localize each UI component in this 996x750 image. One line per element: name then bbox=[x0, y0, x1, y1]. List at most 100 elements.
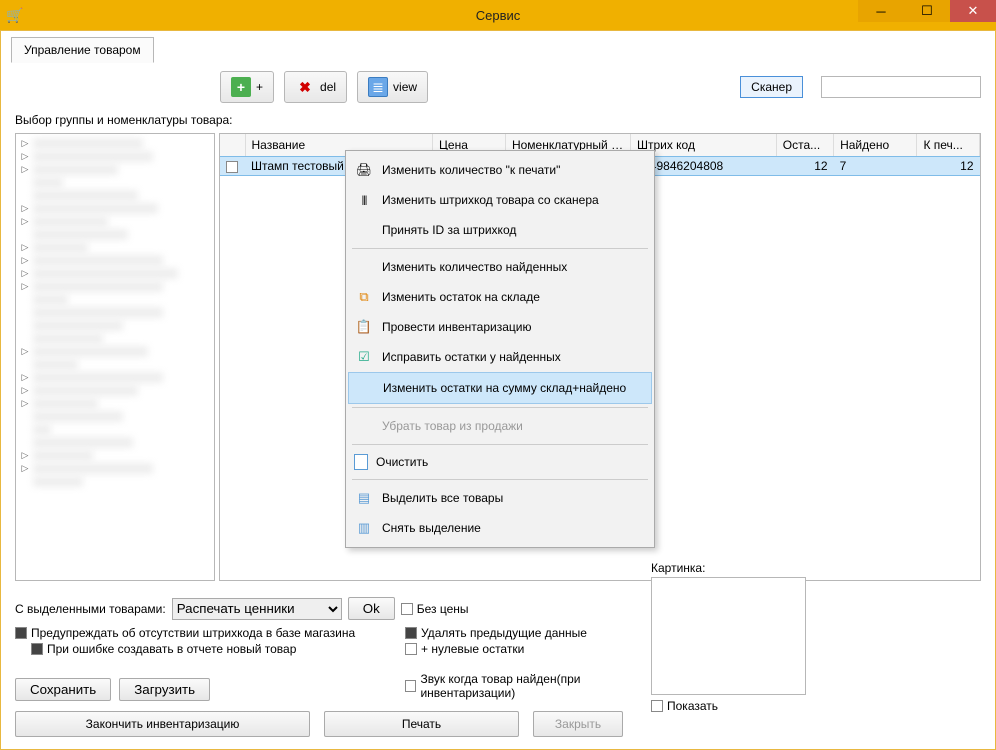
tree-item[interactable]: ▷ bbox=[18, 280, 212, 293]
barcode-icon: ||| bbox=[354, 191, 374, 209]
menu-separator bbox=[352, 479, 648, 480]
plus-icon: + bbox=[231, 77, 251, 97]
menu-select-all[interactable]: ▤ Выделить все товары bbox=[348, 483, 652, 513]
sound-on-found-checkbox[interactable] bbox=[405, 680, 416, 692]
window-buttons: ─ ☐ ✕ bbox=[858, 0, 996, 22]
blank-icon bbox=[355, 379, 375, 397]
tree-item[interactable] bbox=[18, 475, 212, 488]
tree-item[interactable] bbox=[18, 423, 212, 436]
group-filter-label: Выбор группы и номенклатуры товара: bbox=[1, 111, 995, 129]
load-button[interactable]: Загрузить bbox=[119, 678, 210, 701]
delete-prev-checkbox[interactable] bbox=[405, 627, 417, 639]
tree-item[interactable]: ▷ bbox=[18, 462, 212, 475]
on-error-new-checkbox[interactable] bbox=[31, 643, 43, 655]
sound-on-found-label: Звук когда товар найден(при инвентаризац… bbox=[420, 672, 665, 700]
menu-separator bbox=[352, 444, 648, 445]
menu-separator bbox=[352, 407, 648, 408]
row-checkbox[interactable] bbox=[226, 161, 238, 173]
menu-remove-from-sale[interactable]: Убрать товар из продажи bbox=[348, 411, 652, 441]
view-button[interactable]: ≣ view bbox=[357, 71, 428, 103]
tree-item[interactable] bbox=[18, 306, 212, 319]
menu-change-print-qty[interactable]: 🖨 Изменить количество "к печати" bbox=[348, 155, 652, 185]
blank-icon bbox=[354, 221, 374, 239]
tree-item[interactable] bbox=[18, 358, 212, 371]
with-selected-label: С выделенными товарами: bbox=[15, 602, 166, 616]
with-selected-action-select[interactable]: Распечать ценники bbox=[172, 598, 342, 620]
tab-strip: Управление товаром bbox=[1, 31, 995, 63]
context-menu: 🖨 Изменить количество "к печати" ||| Изм… bbox=[345, 150, 655, 548]
menu-clear[interactable]: Очистить bbox=[348, 448, 652, 476]
tree-item[interactable]: ▷ bbox=[18, 254, 212, 267]
tree-item[interactable]: ▷ bbox=[18, 215, 212, 228]
tree-item[interactable]: ▷ bbox=[18, 150, 212, 163]
menu-deselect-all[interactable]: ▥ Снять выделение bbox=[348, 513, 652, 543]
menu-change-stock[interactable]: ⧉ Изменить остаток на складе bbox=[348, 282, 652, 312]
col-remain[interactable]: Оста... bbox=[776, 134, 833, 157]
show-picture-label: Показать bbox=[667, 699, 718, 713]
no-price-checkbox[interactable] bbox=[401, 603, 413, 615]
finish-inventory-button[interactable]: Закончить инвентаризацию bbox=[15, 711, 310, 737]
tree-item[interactable]: ▷ bbox=[18, 241, 212, 254]
delete-prev-label: Удалять предыдущие данные bbox=[421, 626, 587, 640]
ok-button[interactable]: Ok bbox=[348, 597, 395, 620]
deselect-icon: ▥ bbox=[354, 519, 374, 537]
category-tree[interactable]: ▷ ▷ ▷ ▷ ▷ ▷ ▷ ▷ ▷ ▷ ▷ ▷ ▷ ▷ ▷ bbox=[15, 133, 215, 581]
add-button[interactable]: + + bbox=[220, 71, 274, 103]
tree-item[interactable]: ▷ bbox=[18, 163, 212, 176]
menu-change-barcode[interactable]: ||| Изменить штрихкод товара со сканера bbox=[348, 185, 652, 215]
tree-item[interactable]: ▷ bbox=[18, 371, 212, 384]
view-icon: ≣ bbox=[368, 77, 388, 97]
plus-zero-checkbox[interactable] bbox=[405, 643, 417, 655]
tree-item[interactable] bbox=[18, 293, 212, 306]
tree-item[interactable]: ▷ bbox=[18, 345, 212, 358]
tree-item[interactable] bbox=[18, 176, 212, 189]
tree-item[interactable] bbox=[18, 228, 212, 241]
picture-panel: Картинка: Показать bbox=[651, 561, 981, 713]
tree-item[interactable]: ▷ bbox=[18, 202, 212, 215]
minimize-button[interactable]: ─ bbox=[858, 0, 904, 22]
warn-no-barcode-label: Предупреждать об отсутствии штрихкода в … bbox=[31, 626, 355, 640]
tree-item[interactable]: ▷ bbox=[18, 267, 212, 280]
tree-item[interactable]: ▷ bbox=[18, 449, 212, 462]
menu-change-remain-sum[interactable]: Изменить остатки на сумму склад+найдено bbox=[348, 372, 652, 404]
scanner-input[interactable] bbox=[821, 76, 981, 98]
tree-item[interactable] bbox=[18, 189, 212, 202]
blank-icon bbox=[354, 258, 374, 276]
tree-item[interactable]: ▷ bbox=[18, 137, 212, 150]
title-bar: 🛒 Сервис ─ ☐ ✕ bbox=[0, 0, 996, 30]
col-checkbox[interactable] bbox=[220, 134, 245, 157]
tree-item[interactable] bbox=[18, 436, 212, 449]
select-all-icon: ▤ bbox=[354, 489, 374, 507]
cell-toprint: 12 bbox=[917, 157, 980, 176]
menu-do-inventory[interactable]: 📋 Провести инвентаризацию bbox=[348, 312, 652, 342]
col-toprint[interactable]: К печ... bbox=[917, 134, 980, 157]
scanner-button[interactable]: Сканер bbox=[740, 76, 803, 98]
menu-change-found-qty[interactable]: Изменить количество найденных bbox=[348, 252, 652, 282]
checklist-icon: ☑ bbox=[354, 348, 374, 366]
stock-icon: ⧉ bbox=[354, 288, 374, 306]
no-price-label: Без цены bbox=[417, 602, 469, 616]
warn-no-barcode-checkbox[interactable] bbox=[15, 627, 27, 639]
tab-product-management[interactable]: Управление товаром bbox=[11, 37, 154, 63]
menu-accept-id-barcode[interactable]: Принять ID за штрихкод bbox=[348, 215, 652, 245]
close-button[interactable]: ✕ bbox=[950, 0, 996, 22]
save-button[interactable]: Сохранить bbox=[15, 678, 111, 701]
cell-found: 7 bbox=[834, 157, 917, 176]
picture-label: Картинка: bbox=[651, 561, 981, 575]
tree-item[interactable]: ▷ bbox=[18, 384, 212, 397]
menu-fix-found-remain[interactable]: ☑ Исправить остатки у найденных bbox=[348, 342, 652, 372]
print-button[interactable]: Печать bbox=[324, 711, 519, 737]
blank-icon bbox=[354, 417, 374, 435]
inventory-icon: 📋 bbox=[354, 318, 374, 336]
tree-item[interactable] bbox=[18, 410, 212, 423]
col-found[interactable]: Найдено bbox=[834, 134, 917, 157]
maximize-button[interactable]: ☐ bbox=[904, 0, 950, 22]
tree-item[interactable] bbox=[18, 319, 212, 332]
show-picture-checkbox[interactable] bbox=[651, 700, 663, 712]
page-icon bbox=[354, 454, 368, 470]
delete-button[interactable]: ✖ del bbox=[284, 71, 347, 103]
tree-item[interactable]: ▷ bbox=[18, 397, 212, 410]
tree-item[interactable] bbox=[18, 332, 212, 345]
close-dialog-button[interactable]: Закрыть bbox=[533, 711, 623, 737]
tab-label: Управление товаром bbox=[24, 43, 141, 57]
